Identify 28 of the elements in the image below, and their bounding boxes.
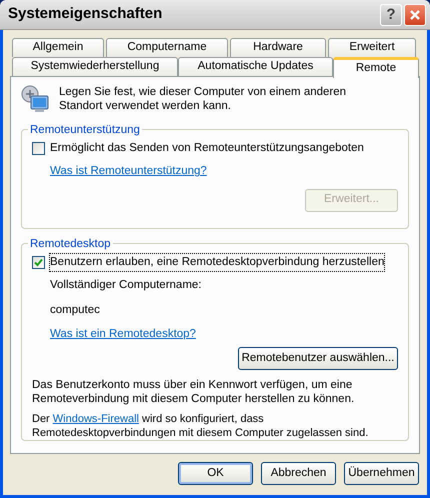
help-link[interactable]: Was ist ein Remotedesktop?: [50, 326, 196, 343]
help-button[interactable]: ?: [380, 4, 402, 26]
computer-name-label: Vollständiger Computername:: [50, 278, 202, 294]
help-link[interactable]: Was ist Remoteunterstützung?: [50, 163, 207, 180]
intro-text: Legen Sie fest, wie dieser Computer von einem anderen Standort verwendet werden kann.: [59, 85, 348, 113]
dialog-button[interactable]: Abbrechen: [261, 462, 336, 485]
close-icon: [409, 8, 421, 20]
note-text: Das Benutzerkonto muss über ein Kennwort verfügen, um eine Remoteverbindung mit diesem Computer herstellen zu können.: [32, 378, 356, 406]
tab[interactable]: Hardware: [230, 38, 326, 57]
close-button[interactable]: [404, 4, 426, 26]
firewall-link[interactable]: Windows-Firewall: [52, 413, 139, 425]
tab[interactable]: Remote: [333, 57, 419, 78]
checkbox-label[interactable]: Ermöglicht das Senden von Remoteunterstützungsangeboten: [50, 140, 364, 158]
tab[interactable]: Erweitert: [328, 38, 416, 57]
dialog-button[interactable]: Übernehmen: [344, 462, 419, 485]
computer-name-value: computec: [50, 302, 100, 318]
tab[interactable]: Systemwiederherstellung: [12, 57, 178, 76]
select-users-button[interactable]: Remotebenutzer auswählen...: [238, 347, 398, 370]
tab[interactable]: Automatische Updates: [178, 57, 333, 76]
dialog-button[interactable]: OK: [178, 462, 253, 485]
checkbox-label[interactable]: Benutzern erlauben, eine Remotedesktopverbindung herzustellen: [50, 254, 384, 272]
firewall-note: Der Windows-Firewall wird so konfiguriert, dass Remotedesktopverbindungen mit diesem Computer zugelassen sind.: [32, 412, 370, 440]
checkbox[interactable]: [32, 142, 45, 156]
checkbox[interactable]: [32, 256, 45, 270]
tab[interactable]: Allgemein: [12, 38, 104, 57]
computer-icon: [21, 85, 51, 115]
tab[interactable]: Computername: [106, 38, 228, 57]
window-title: Systemeigenschaften: [7, 4, 162, 24]
